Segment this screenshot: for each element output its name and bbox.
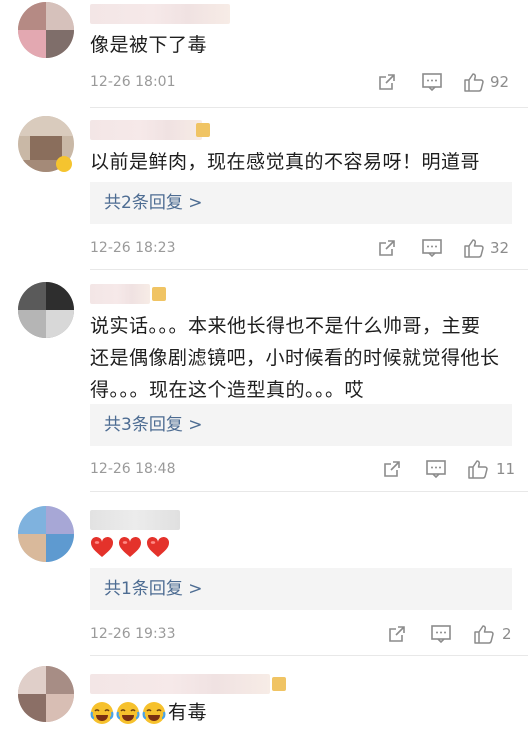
view-replies-button[interactable]: 共2条回复 >: [90, 182, 512, 224]
comment-text-line: 得。。。现在这个造型真的。。。哎: [90, 379, 365, 401]
avatar[interactable]: [18, 666, 74, 722]
comment-text: 说实话。。。本来他长得也不是什么帅哥，主要 还是偶像剧滤镜吧，小时候看的时候就觉…: [90, 310, 510, 406]
divider: [90, 655, 528, 656]
username[interactable]: [90, 4, 230, 24]
heart-icon: [146, 536, 170, 557]
comment-text: 以前是鲜肉，现在感觉真的不容易呀！明道哥: [90, 151, 481, 173]
comment-meta: 12-26 18:23 32: [90, 236, 515, 260]
verified-badge-icon: [56, 156, 72, 172]
timestamp: 12-26 18:48: [90, 461, 176, 477]
timestamp: 12-26 18:01: [90, 74, 176, 90]
like-count: 2: [502, 625, 512, 643]
timestamp: 12-26 19:33: [90, 626, 176, 642]
comment-emojis: [90, 530, 510, 562]
heart-icon: [90, 536, 114, 557]
timestamp: 12-26 18:23: [90, 240, 176, 256]
comment-text-line: 还是偶像剧滤镜吧，小时候看的时候就觉得他长: [90, 347, 500, 369]
member-badge-icon: [272, 677, 286, 691]
share-icon[interactable]: [382, 459, 404, 479]
avatar[interactable]: [18, 506, 74, 562]
laugh-cry-icon: [116, 701, 140, 724]
divider: [90, 269, 528, 270]
share-icon[interactable]: [387, 624, 409, 644]
divider: [90, 491, 528, 492]
divider: [90, 107, 528, 108]
view-replies-button[interactable]: 共1条回复 >: [90, 568, 512, 610]
comment-icon[interactable]: [421, 238, 443, 258]
like-count: 32: [490, 239, 510, 257]
username[interactable]: [90, 284, 150, 304]
comment-text: 像是被下了毒: [90, 34, 208, 56]
comment-text: 有毒: [90, 696, 510, 729]
username[interactable]: [90, 674, 270, 694]
like-count: 11: [496, 460, 516, 478]
avatar[interactable]: [18, 2, 74, 58]
heart-icon: [118, 536, 142, 557]
share-icon[interactable]: [377, 238, 399, 258]
laugh-cry-icon: [90, 701, 114, 724]
username[interactable]: [90, 510, 180, 530]
avatar[interactable]: [18, 282, 74, 338]
laugh-cry-icon: [142, 701, 166, 724]
comment-text-content: 有毒: [168, 701, 208, 724]
comment-meta: 12-26 19:33 2: [90, 622, 515, 646]
thumbs-up-icon[interactable]: [463, 72, 485, 92]
thumbs-up-icon[interactable]: [463, 238, 485, 258]
member-badge-icon: [196, 123, 210, 137]
comment-icon[interactable]: [421, 72, 443, 92]
comment-meta: 12-26 18:01 92: [90, 70, 515, 94]
comment-icon[interactable]: [430, 624, 452, 644]
comment-meta: 12-26 18:48 11: [90, 457, 515, 481]
username[interactable]: [90, 120, 202, 140]
view-replies-button[interactable]: 共3条回复 >: [90, 404, 512, 446]
comment-icon[interactable]: [425, 459, 447, 479]
comment-text-line: 说实话。。。本来他长得也不是什么帅哥，主要: [90, 315, 481, 337]
thumbs-up-icon[interactable]: [467, 459, 489, 479]
thumbs-up-icon[interactable]: [473, 624, 495, 644]
like-count: 92: [490, 73, 510, 91]
member-badge-icon: [152, 287, 166, 301]
share-icon[interactable]: [377, 72, 399, 92]
